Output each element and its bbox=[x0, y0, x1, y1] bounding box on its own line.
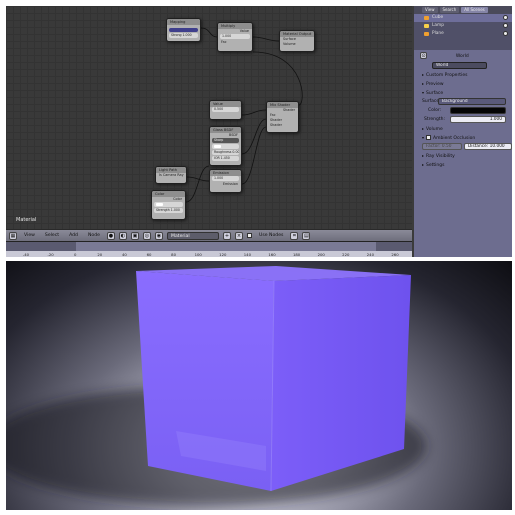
material-name-field[interactable]: Material bbox=[166, 231, 219, 240]
world-properties: ⊙ World World ▸ Custom Properties ▸ Previe… bbox=[414, 52, 512, 169]
color-row: Color: bbox=[414, 106, 512, 115]
collapsed-icon: ▸ bbox=[422, 72, 425, 77]
world-type-icon[interactable]: ◐ bbox=[118, 231, 127, 240]
collapsed-icon: ▸ bbox=[422, 126, 425, 131]
timeline-tick: 260 bbox=[391, 252, 399, 257]
visibility-eye-icon[interactable] bbox=[503, 23, 508, 28]
timeline-tick: 160 bbox=[268, 252, 276, 257]
menu-view[interactable]: View bbox=[21, 232, 38, 240]
expanded-icon: ▾ bbox=[422, 90, 425, 95]
surface-panel[interactable]: ▾ Surface bbox=[414, 88, 512, 97]
outliner-item-plane[interactable]: Plane bbox=[414, 30, 512, 38]
surface-shader-dropdown[interactable]: Background bbox=[438, 98, 506, 105]
collapsed-icon: ▸ bbox=[422, 162, 425, 167]
timeline-tick: 220 bbox=[342, 252, 350, 257]
render-result bbox=[6, 261, 512, 510]
node-rgb[interactable]: Color Color Strength 1.000 bbox=[151, 190, 186, 220]
timeline-tick: 140 bbox=[243, 252, 252, 257]
snap-icon[interactable]: ⌗ bbox=[290, 231, 299, 240]
outliner-view-menu[interactable]: View bbox=[422, 7, 438, 13]
settings-panel[interactable]: ▸ Settings bbox=[414, 160, 512, 169]
outliner-display-mode[interactable]: All Scenes bbox=[461, 7, 488, 13]
blender-window: Mapping Strong 1.000 Multiply Value 1.00… bbox=[6, 6, 512, 257]
surface-row: Surface: Background bbox=[414, 97, 512, 106]
world-pin-icon[interactable]: ⊙ bbox=[420, 52, 427, 59]
outliner-item-cube[interactable]: Cube bbox=[414, 14, 512, 22]
editor-type-icon[interactable]: ▦ bbox=[9, 231, 17, 240]
menu-node[interactable]: Node bbox=[85, 232, 103, 240]
visibility-eye-icon[interactable] bbox=[503, 31, 508, 36]
menu-select[interactable]: Select bbox=[42, 232, 62, 240]
timeline-tick: 80 bbox=[171, 252, 177, 257]
timeline-ruler[interactable]: -40 -20 0 20 40 60 80 100 120 140 160 180 200 220 240 2… bbox=[6, 251, 412, 257]
add-material-icon[interactable]: + bbox=[222, 231, 231, 240]
node-value-a[interactable]: Value 0.500 bbox=[209, 100, 242, 120]
properties-editor: View Search All Scenes Cube Lamp Plane ⊙… bbox=[414, 6, 512, 257]
node-emission[interactable]: Emission 1.000 Emission bbox=[209, 169, 242, 193]
ao-distance-field[interactable]: Distance: 10.000 bbox=[464, 143, 512, 150]
timeline-tick: 60 bbox=[146, 252, 152, 257]
timeline-tick: 120 bbox=[219, 252, 227, 257]
node-glass-bsdf[interactable]: Glass BSDF BSDF Sharp Roughness 0.000 IO… bbox=[209, 126, 242, 166]
timeline-tick: 20 bbox=[97, 252, 103, 257]
world-tab[interactable]: World bbox=[456, 54, 469, 59]
backdrop-icon[interactable]: ▤ bbox=[302, 231, 311, 240]
node-editor-header: ▦ View Select Add Node ● ◐ ▣ ◎ ◉ Materia… bbox=[6, 229, 412, 241]
outliner: Cube Lamp Plane bbox=[414, 14, 512, 50]
visibility-eye-icon[interactable] bbox=[503, 15, 508, 20]
ray-visibility-panel[interactable]: ▸ Ray Visibility bbox=[414, 151, 512, 160]
world-tab-row: ⊙ World bbox=[414, 52, 512, 61]
volume-panel[interactable]: ▸ Volume bbox=[414, 124, 512, 133]
ao-factor-field[interactable]: Factor: 0.50 bbox=[422, 143, 462, 150]
background-color-swatch[interactable] bbox=[450, 107, 506, 114]
node-material-output[interactable]: Material Output Surface Volume bbox=[279, 30, 315, 52]
material-browse-icon[interactable]: ◉ bbox=[154, 231, 163, 240]
world-datablock-row: World bbox=[414, 61, 512, 70]
node-texture-coordinate[interactable]: Mapping Strong 1.000 bbox=[166, 18, 201, 42]
timeline-tick: -20 bbox=[47, 252, 54, 257]
preview-panel[interactable]: ▸ Preview bbox=[414, 79, 512, 88]
node-light-path[interactable]: Light Path Is Camera Ray bbox=[155, 166, 187, 184]
use-nodes-checkbox[interactable] bbox=[246, 233, 252, 238]
node-tree-name: Material bbox=[16, 217, 37, 223]
shader-type-icon[interactable]: ● bbox=[106, 231, 115, 240]
node-editor[interactable]: Mapping Strong 1.000 Multiply Value 1.00… bbox=[6, 6, 412, 229]
strength-row: Strength: 1.000 bbox=[414, 115, 512, 124]
texture-type-icon[interactable]: ▣ bbox=[130, 231, 139, 240]
close-icon[interactable]: × bbox=[234, 231, 243, 240]
strength-field[interactable]: 1.000 bbox=[450, 116, 506, 123]
ao-fields-row: Factor: 0.50 Distance: 10.000 bbox=[414, 142, 512, 151]
ambient-occlusion-panel[interactable]: ▾ Ambient Occlusion bbox=[414, 133, 512, 142]
timeline-tick: 240 bbox=[366, 252, 375, 257]
timeline-tick: 0 bbox=[73, 252, 77, 257]
timeline-tick: 100 bbox=[194, 252, 202, 257]
lamp-icon bbox=[424, 24, 429, 28]
glowing-cube-render bbox=[6, 266, 426, 506]
object-icon bbox=[424, 16, 429, 20]
timeline-tick: 200 bbox=[317, 252, 325, 257]
menu-add[interactable]: Add bbox=[66, 232, 81, 240]
ambient-occlusion-checkbox[interactable] bbox=[426, 135, 432, 140]
outliner-search-menu[interactable]: Search bbox=[439, 7, 460, 13]
collapsed-icon: ▸ bbox=[422, 153, 425, 158]
expanded-icon: ▾ bbox=[422, 135, 425, 140]
node-mix[interactable]: Multiply Value 1.000 Fac bbox=[217, 22, 253, 52]
mesh-icon bbox=[424, 32, 429, 36]
node-mix-shader[interactable]: Mix Shader Shader Fac Shader Shader bbox=[266, 101, 299, 133]
timeline-tick: -40 bbox=[22, 252, 30, 257]
outliner-header: View Search All Scenes bbox=[414, 6, 512, 14]
use-nodes-label: Use Nodes bbox=[258, 232, 284, 238]
compositor-type-icon[interactable]: ◎ bbox=[142, 231, 151, 240]
collapsed-icon: ▸ bbox=[422, 81, 425, 86]
timeline[interactable]: -40 -20 0 20 40 60 80 100 120 140 160 180 200 220 240 2… bbox=[6, 241, 412, 257]
world-name-field[interactable]: World bbox=[432, 62, 487, 69]
custom-properties-panel[interactable]: ▸ Custom Properties bbox=[414, 70, 512, 79]
outliner-item-lamp[interactable]: Lamp bbox=[414, 22, 512, 30]
timeline-tick: 40 bbox=[121, 252, 127, 257]
timeline-tick: 180 bbox=[292, 252, 301, 257]
frame-range bbox=[76, 242, 376, 251]
